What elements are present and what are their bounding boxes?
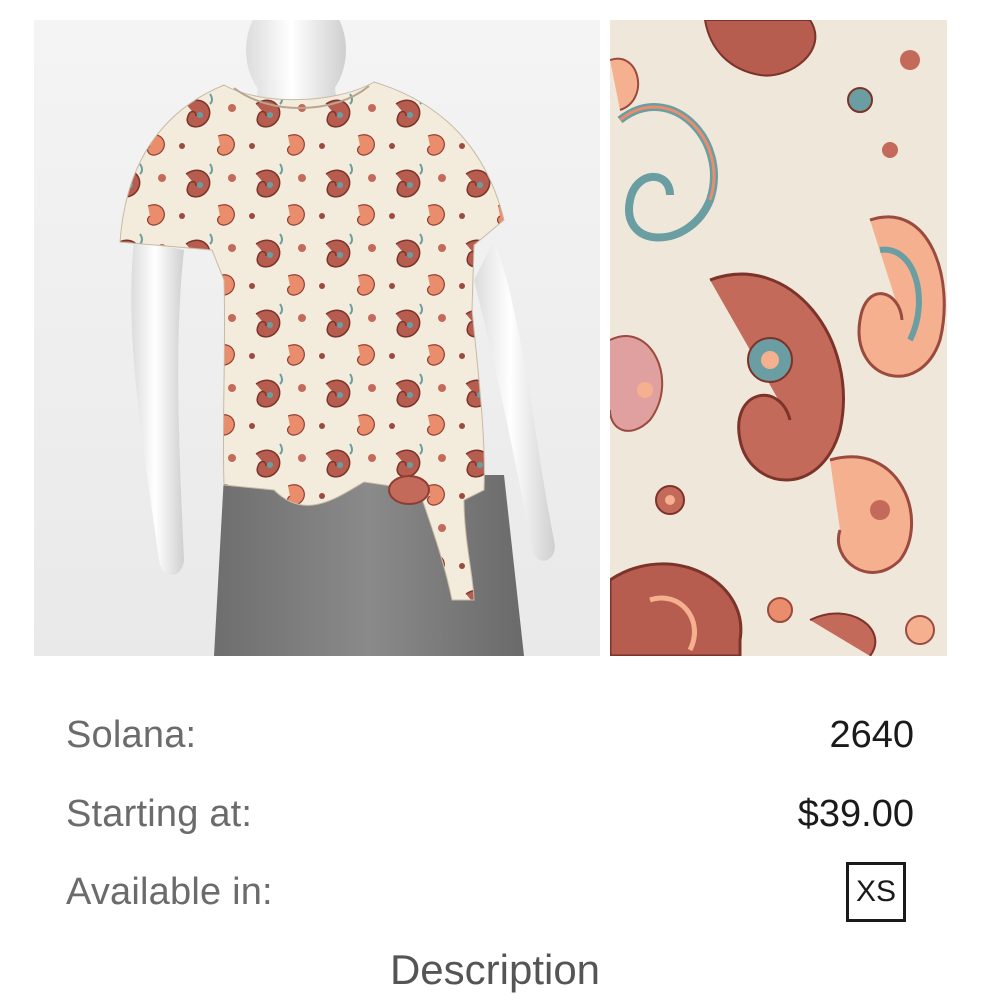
size-option-xs[interactable]: XS: [846, 862, 906, 922]
product-page: Solana: 2640 Starting at: $39.00 Availab…: [0, 0, 1000, 1000]
price-row: Starting at: $39.00: [66, 784, 914, 844]
fabric-swatch-image[interactable]: [610, 20, 947, 656]
price-label: Starting at:: [66, 792, 253, 835]
price-value: $39.00: [797, 792, 914, 835]
sizes-label: Available in:: [66, 870, 273, 913]
style-row: Solana: 2640: [66, 705, 914, 765]
style-value: 2640: [829, 713, 914, 756]
style-label: Solana:: [66, 713, 197, 756]
product-main-image[interactable]: [34, 20, 600, 656]
description-heading[interactable]: Description: [0, 946, 990, 994]
sizes-row: Available in: XS: [66, 862, 914, 922]
size-options: XS: [846, 862, 914, 922]
